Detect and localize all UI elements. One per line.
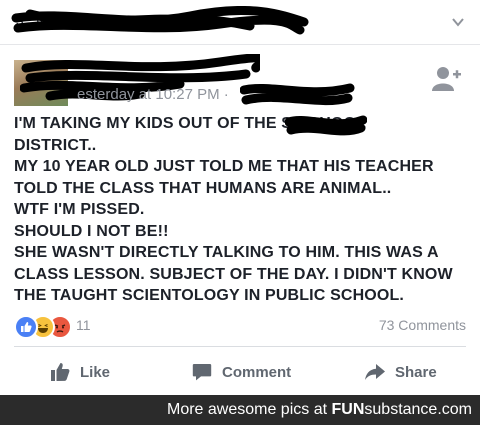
thumbs-up-icon xyxy=(51,363,70,381)
watermark-footer: More awesome pics at FUNsubstance.com xyxy=(0,395,480,425)
share-button[interactable]: Share xyxy=(365,350,437,394)
redaction-scribble xyxy=(11,6,309,35)
school-name-redaction xyxy=(285,115,367,136)
reaction-count: 11 xyxy=(76,317,91,333)
post-timestamp[interactable]: esterday at 10:27 PM · xyxy=(77,86,229,103)
comment-button[interactable]: Comment xyxy=(192,350,291,394)
post-line: I'M TAKING MY KIDS OUT OF THE S SCHOOL xyxy=(14,115,367,132)
post-line: SHE WASN'T DIRECTLY TALKING TO HIM. THIS… xyxy=(14,244,439,261)
action-bar: Like Comment Share xyxy=(0,350,480,394)
like-reaction-icon xyxy=(14,315,38,339)
chevron-down-icon[interactable] xyxy=(450,14,466,30)
like-label: Like xyxy=(80,363,111,381)
share-icon xyxy=(365,364,385,380)
reaction-summary[interactable]: 11 73 Comments xyxy=(14,315,466,339)
watermark-prefix: More awesome pics at xyxy=(166,401,332,418)
comments-count[interactable]: 73 Comments xyxy=(379,317,466,333)
post-text: I'M TAKING MY KIDS OUT OF THE S SCHOOL D… xyxy=(14,113,472,307)
watermark-text[interactable]: More awesome pics at FUNsubstance.com xyxy=(167,401,472,419)
like-button[interactable]: Like xyxy=(50,350,110,394)
brand-tld: .com xyxy=(437,401,472,418)
comment-label: Comment xyxy=(222,363,292,381)
post-line: CLASS LESSON. SUBJECT OF THE DAY. I DIDN… xyxy=(14,265,453,283)
add-friend-icon[interactable] xyxy=(432,66,462,92)
post-line: WTF I'M PISSED. xyxy=(14,201,145,218)
post-line: SHOULD I NOT BE!! xyxy=(14,222,169,240)
brand-substance: substance xyxy=(364,401,438,418)
post-card: s ..to d..to thi esterday at 10:27 PM · … xyxy=(0,0,480,395)
share-label: Share xyxy=(395,363,437,381)
brand-fun: FUN xyxy=(331,401,365,418)
post-line: THE TAUGHT SCIENTOLOGY IN PUBLIC SCHOOL. xyxy=(14,287,405,304)
post-line: TOLD THE CLASS THAT HUMANS ARE ANIMAL.. xyxy=(14,179,392,197)
comment-icon xyxy=(192,364,212,381)
notification-bar[interactable]: s ..to d..to thi xyxy=(0,0,480,45)
audience-redaction xyxy=(240,83,355,106)
post-line: MY 10 YEAR OLD JUST TOLD ME THAT HIS TEA… xyxy=(14,158,434,175)
post-line: DISTRICT.. xyxy=(14,136,97,154)
divider xyxy=(14,346,466,347)
